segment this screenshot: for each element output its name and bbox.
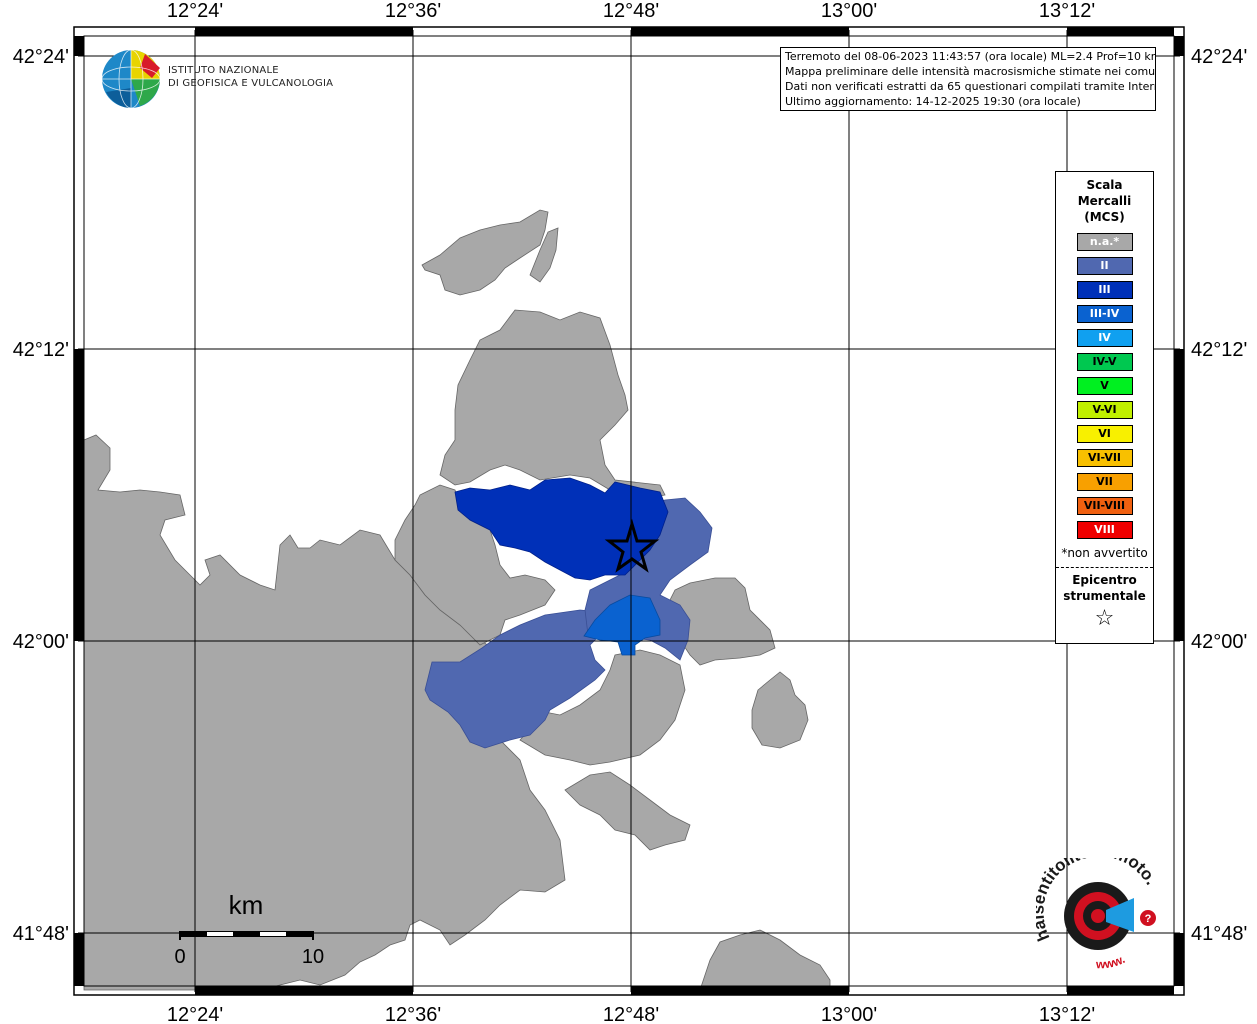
- mcs-legend: Scala Mercalli (MCS) n.a.* II III III-IV IV I…: [1055, 171, 1154, 644]
- lat-tick-left-1: 42°24': [13, 46, 69, 68]
- legend-swatch-vi: VI: [1076, 425, 1133, 443]
- legend-note: *non avvertito: [1061, 546, 1148, 560]
- event-info-line2: Mappa preliminare delle intensità macros…: [785, 65, 1156, 78]
- scale-label-end: 10: [302, 946, 324, 968]
- legend-swatch-iv: IV: [1076, 329, 1133, 347]
- legend-star-icon: ☆: [1094, 606, 1115, 631]
- legend-swatch-ii: II: [1076, 257, 1133, 275]
- legend-swatch-vi-vii: VI-VII: [1076, 449, 1133, 467]
- lon-tick-bottom-5: 13°12': [1039, 1004, 1095, 1024]
- lat-tick-left-4: 41°48': [13, 923, 69, 945]
- lon-tick-bottom-2: 12°36': [385, 1004, 441, 1024]
- legend-title: Scala Mercalli (MCS): [1056, 177, 1153, 225]
- lon-tick-top-4: 13°00': [821, 0, 877, 22]
- lon-tick-bottom-3: 12°48': [603, 1004, 659, 1024]
- legend-swatch-vii: VII: [1076, 473, 1133, 491]
- legend-epicenter-line1: Epicentro: [1072, 573, 1137, 587]
- lon-tick-top-2: 12°36': [385, 0, 441, 22]
- legend-swatch-n-a: n.a.*: [1076, 233, 1133, 251]
- lat-tick-left-2: 42°12': [13, 339, 69, 361]
- ingv-logo-line2: DI GEOFISICA E VULCANOLOGIA: [168, 78, 334, 89]
- lon-tick-bottom-4: 13°00': [821, 1004, 877, 1024]
- lon-tick-top-5: 13°12': [1039, 0, 1095, 22]
- legend-title-line2: Mercalli: [1077, 194, 1132, 208]
- legend-epicenter-line2: strumentale: [1063, 589, 1146, 603]
- haisentito-badge: ? haisentitoilterremoto.it www.: [1036, 858, 1161, 971]
- legend-swatch-v-vi: V-VI: [1076, 401, 1133, 419]
- legend-swatch-v: V: [1076, 377, 1133, 395]
- legend-swatches: n.a.* II III III-IV IV IV-V V V-VI VI VI-VII VII VI…: [1056, 233, 1153, 539]
- legend-swatch-vii-viii: VII-VIII: [1076, 497, 1133, 515]
- legend-swatch-viii: VIII: [1076, 521, 1133, 539]
- ingv-logo-icon: [101, 49, 161, 109]
- legend-title-line1: Scala: [1086, 178, 1123, 192]
- svg-text:www.: www.: [1095, 952, 1127, 971]
- scale-label-start: 0: [174, 946, 185, 968]
- legend-swatch-iii-iv: III-IV: [1076, 305, 1133, 323]
- legend-title-line3: (MCS): [1084, 210, 1125, 224]
- legend-divider: [1056, 567, 1153, 568]
- event-info-line1: Terremoto del 08-06-2023 11:43:57 (ora l…: [785, 50, 1156, 63]
- scale-unit: km: [229, 890, 264, 920]
- lat-tick-right-1: 42°24': [1191, 46, 1247, 68]
- svg-text:?: ?: [1145, 913, 1152, 925]
- legend-swatch-iii: III: [1076, 281, 1133, 299]
- lat-tick-right-4: 41°48': [1191, 923, 1247, 945]
- event-info-line3: Dati non verificati estratti da 65 quest…: [785, 80, 1156, 93]
- event-info-box: Terremoto del 08-06-2023 11:43:57 (ora l…: [780, 47, 1156, 111]
- lon-tick-bottom-1: 12°24': [167, 1004, 223, 1024]
- event-info-line4: Ultimo aggiornamento: 14-12-2025 19:30 (…: [785, 95, 1081, 108]
- ingv-logo-line1: ISTITUTO NAZIONALE: [168, 65, 279, 76]
- lat-tick-right-2: 42°12': [1191, 339, 1247, 361]
- lat-tick-right-3: 42°00': [1191, 631, 1247, 653]
- legend-epicenter-label: Epicentro strumentale: [1056, 572, 1153, 604]
- lat-tick-left-3: 42°00': [13, 631, 69, 653]
- lon-tick-top-1: 12°24': [167, 0, 223, 22]
- badge-www-text: www.: [1095, 952, 1127, 971]
- ingv-logo-text: ISTITUTO NAZIONALE DI GEOFISICA E VULCAN…: [168, 64, 333, 90]
- lon-tick-top-3: 12°48': [603, 0, 659, 22]
- legend-swatch-iv-v: IV-V: [1076, 353, 1133, 371]
